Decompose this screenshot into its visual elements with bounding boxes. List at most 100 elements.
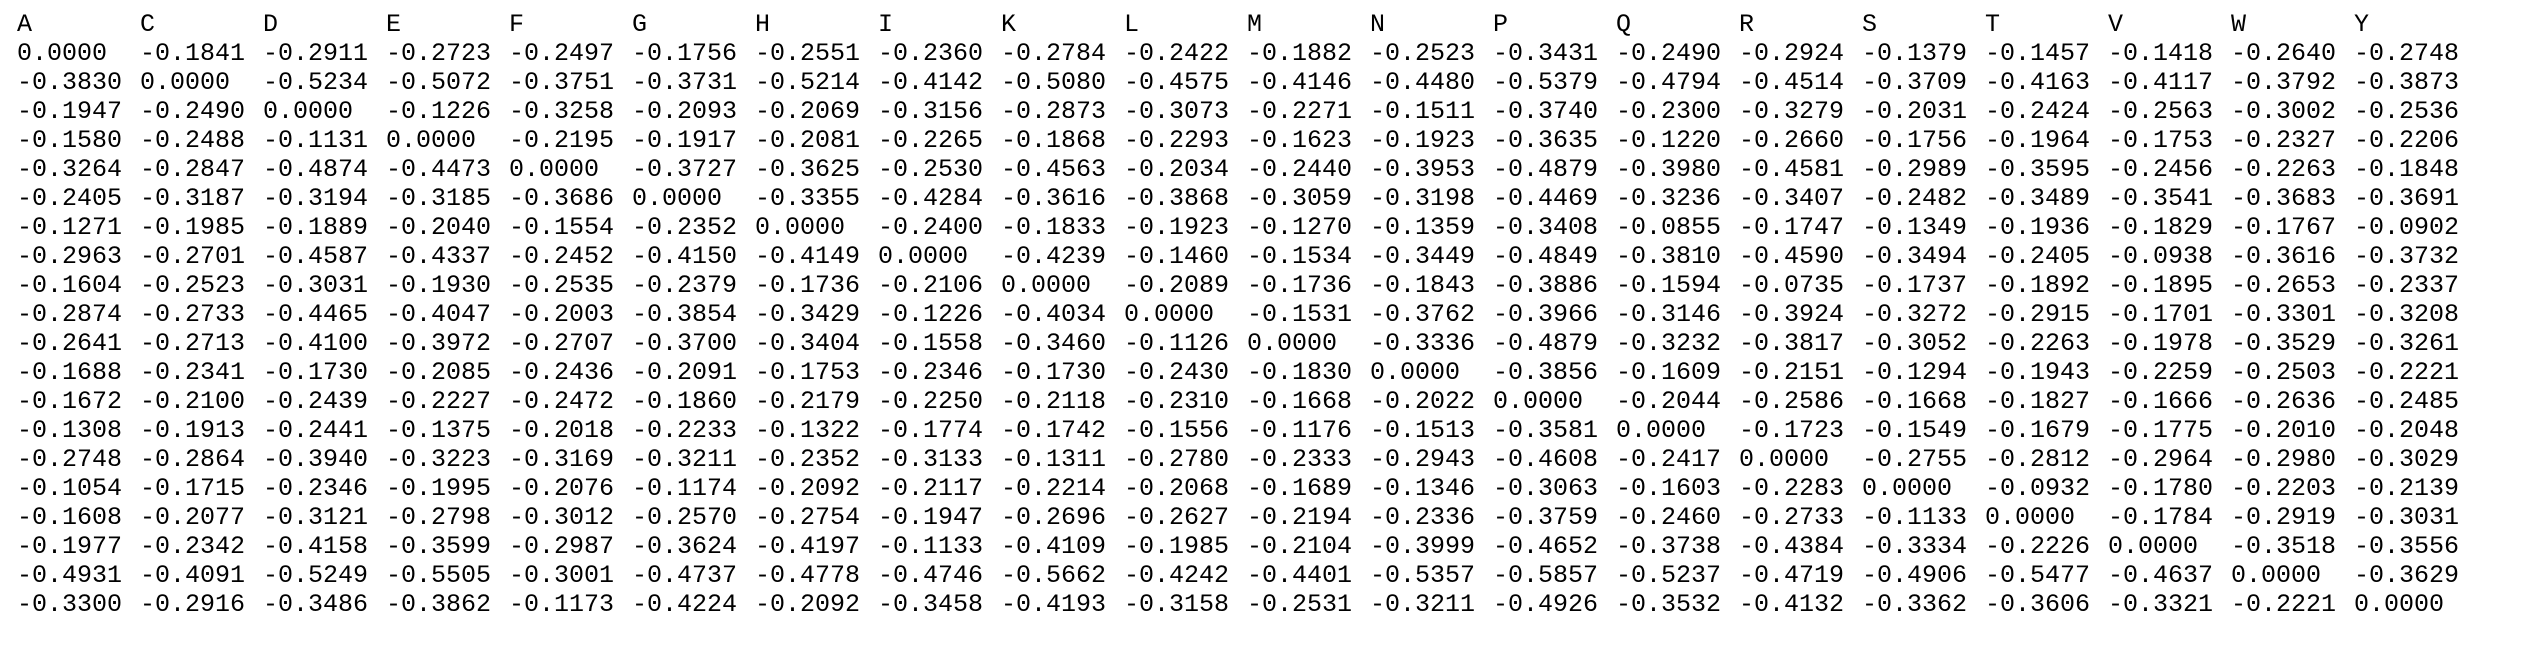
matrix-cell: -0.1054	[17, 474, 123, 503]
matrix-cell: -0.3529	[2231, 329, 2337, 358]
matrix-cell: -0.4047	[386, 300, 492, 329]
matrix-cell: -0.1226	[386, 97, 492, 126]
matrix-cell: -0.2440	[1247, 155, 1353, 184]
matrix-cell: -0.3762	[1370, 300, 1476, 329]
matrix-row: -0.1271 -0.1985 -0.1889 -0.2040 -0.1554 -0.23…	[17, 213, 2477, 242]
matrix-cell: -0.1947	[878, 503, 984, 532]
matrix-cell: -0.3635	[1493, 126, 1599, 155]
matrix-cell: -0.1511	[1370, 97, 1476, 126]
matrix-cell: -0.2221	[2231, 590, 2337, 619]
matrix-cell: -0.5505	[386, 561, 492, 590]
matrix-cell: -0.1220	[1616, 126, 1722, 155]
matrix-cell: -0.1747	[1739, 213, 1845, 242]
matrix-cell: -0.1756	[632, 39, 738, 68]
matrix-cell: -0.4794	[1616, 68, 1722, 97]
matrix-cell: -0.3616	[1001, 184, 1107, 213]
matrix-row: -0.1308 -0.1913 -0.2441 -0.1375 -0.2018 -0.22…	[17, 416, 2477, 445]
matrix-cell: -0.1756	[1862, 126, 1968, 155]
matrix-cell: -0.2586	[1739, 387, 1845, 416]
matrix-row: -0.2874 -0.2733 -0.4465 -0.4047 -0.2003 -0.38…	[17, 300, 2477, 329]
column-header: H	[755, 10, 771, 39]
matrix-cell: -0.3966	[1493, 300, 1599, 329]
matrix-cell: -0.1923	[1124, 213, 1230, 242]
matrix-cell: -0.3334	[1862, 532, 1968, 561]
column-header: N	[1370, 10, 1386, 39]
matrix-cell: -0.2472	[509, 387, 615, 416]
matrix-cell: -0.2989	[1862, 155, 1968, 184]
matrix-cell: -0.3862	[386, 590, 492, 619]
matrix-cell: -0.2010	[2231, 416, 2337, 445]
matrix-cell: -0.1753	[755, 358, 861, 387]
matrix-cell: -0.3924	[1739, 300, 1845, 329]
matrix-cell: -0.2696	[1001, 503, 1107, 532]
matrix-cell: -0.2963	[17, 242, 123, 271]
matrix-cell: -0.1736	[1247, 271, 1353, 300]
matrix-cell: -0.2226	[1985, 532, 2091, 561]
matrix-cell: -0.2069	[755, 97, 861, 126]
matrix-cell: -0.1868	[1001, 126, 1107, 155]
matrix-cell: -0.2530	[878, 155, 984, 184]
matrix-cell: -0.3194	[263, 184, 369, 213]
matrix-cell: -0.2497	[509, 39, 615, 68]
matrix-cell: -0.2003	[509, 300, 615, 329]
matrix-cell: -0.1985	[140, 213, 246, 242]
matrix-cell: -0.1784	[2108, 503, 2214, 532]
matrix-cell: -0.4239	[1001, 242, 1107, 271]
matrix-cell: -0.1534	[1247, 242, 1353, 271]
matrix-cell: -0.4469	[1493, 184, 1599, 213]
matrix-cell: -0.3264	[17, 155, 123, 184]
matrix-cell: -0.1882	[1247, 39, 1353, 68]
matrix-row: -0.3830 0.0000 -0.5234 -0.5072 -0.3751 -0.373…	[17, 68, 2477, 97]
matrix-cell: -0.3211	[1370, 590, 1476, 619]
matrix-cell: -0.3407	[1739, 184, 1845, 213]
matrix-cell: -0.2194	[1247, 503, 1353, 532]
matrix-cell: -0.0735	[1739, 271, 1845, 300]
matrix-cell: -0.4091	[140, 561, 246, 590]
matrix-cell: -0.2754	[755, 503, 861, 532]
matrix-cell: -0.1737	[1862, 271, 1968, 300]
column-header: M	[1247, 10, 1263, 39]
matrix-cell: -0.3031	[2354, 503, 2460, 532]
matrix-cell: -0.3606	[1985, 590, 2091, 619]
column-header: F	[509, 10, 525, 39]
matrix-cell: -0.3059	[1247, 184, 1353, 213]
matrix-cell: -0.3556	[2354, 532, 2460, 561]
matrix-cell: -0.2551	[755, 39, 861, 68]
matrix-cell: -0.0902	[2354, 213, 2460, 242]
matrix-cell: -0.1689	[1247, 474, 1353, 503]
matrix-cell: -0.1848	[2354, 155, 2460, 184]
matrix-cell: -0.2214	[1001, 474, 1107, 503]
matrix-cell: -0.2379	[632, 271, 738, 300]
matrix-cell: -0.1668	[1862, 387, 1968, 416]
matrix-cell: -0.2346	[263, 474, 369, 503]
matrix-cell: -0.2441	[263, 416, 369, 445]
matrix-cell: -0.4193	[1001, 590, 1107, 619]
matrix-cell: -0.1554	[509, 213, 615, 242]
matrix-cell: -0.1895	[2108, 271, 2214, 300]
matrix-cell: 0.0000	[386, 126, 477, 155]
matrix-cell: -0.2733	[1739, 503, 1845, 532]
matrix-cell: -0.1460	[1124, 242, 1230, 271]
matrix-cell: -0.3031	[263, 271, 369, 300]
matrix-cell: -0.3458	[878, 590, 984, 619]
matrix-cell: -0.2040	[386, 213, 492, 242]
matrix-row: -0.2963 -0.2701 -0.4587 -0.4337 -0.2452 -0.41…	[17, 242, 2477, 271]
matrix-cell: -0.4926	[1493, 590, 1599, 619]
matrix-cell: -0.3700	[632, 329, 738, 358]
matrix-cell: -0.4719	[1739, 561, 1845, 590]
matrix-cell: -0.2337	[2354, 271, 2460, 300]
matrix-cell: -0.3431	[1493, 39, 1599, 68]
matrix-row: -0.2748 -0.2864 -0.3940 -0.3223 -0.3169 -0.32…	[17, 445, 2477, 474]
matrix-cell: -0.4590	[1739, 242, 1845, 271]
matrix-cell: -0.2873	[1001, 97, 1107, 126]
matrix-cell: -0.2523	[140, 271, 246, 300]
column-header: L	[1124, 10, 1140, 39]
matrix-cell: -0.3740	[1493, 97, 1599, 126]
matrix-row: -0.1977 -0.2342 -0.4158 -0.3599 -0.2987 -0.36…	[17, 532, 2477, 561]
column-header: R	[1739, 10, 1755, 39]
matrix-cell: -0.2535	[509, 271, 615, 300]
matrix-cell: -0.3121	[263, 503, 369, 532]
matrix-cell: -0.2106	[878, 271, 984, 300]
matrix-cell: -0.2203	[2231, 474, 2337, 503]
matrix-cell: -0.2847	[140, 155, 246, 184]
